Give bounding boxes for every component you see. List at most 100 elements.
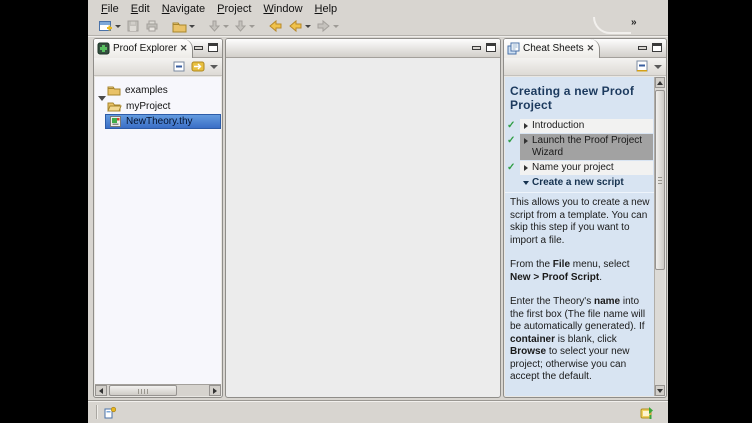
paragraph: This allows you to create a new script f… (510, 197, 650, 247)
maximize-button[interactable] (208, 43, 218, 52)
cheat-step-launch-wizard[interactable]: ✓ Launch the Proof Project Wizard (507, 134, 653, 160)
menubar: File Edit Navigate Project Window Help (88, 0, 668, 17)
theory-file-icon (109, 115, 122, 128)
chevron-down-icon (115, 25, 121, 28)
cheat-step-name-project[interactable]: ✓ Name your project (507, 161, 653, 175)
menu-window[interactable]: Window (257, 2, 308, 16)
proof-explorer-icon (97, 42, 110, 55)
toolbar-separator-highlight (88, 36, 668, 37)
editor-content[interactable] (227, 59, 499, 396)
editor-area (225, 38, 501, 398)
minimize-button[interactable] (472, 46, 481, 50)
expander-icon[interactable] (524, 123, 528, 129)
expander-icon[interactable] (98, 96, 106, 112)
scrollbar-thumb[interactable] (655, 90, 665, 270)
step-label: Name your project (532, 162, 614, 174)
save-icon (126, 19, 140, 33)
cheat-sheet-content: Creating a new Proof Project ✓ Introduct… (505, 77, 654, 396)
tree-horizontal-scrollbar[interactable] (95, 384, 221, 396)
view-menu-button[interactable] (210, 65, 218, 69)
expander-icon[interactable] (524, 165, 528, 171)
check-icon: ✓ (507, 134, 520, 147)
toolbar-last-edit-button[interactable] (267, 18, 284, 35)
paragraph: Enter the Theory's name into the first b… (510, 296, 650, 384)
tab-proof-explorer[interactable]: Proof Explorer ✕ (94, 39, 193, 58)
expander-icon[interactable] (524, 138, 528, 144)
eclipse-window: File Edit Navigate Project Window Help (88, 0, 668, 423)
tree-item-newtheory[interactable]: NewTheory.thy (105, 114, 221, 129)
tab-label: Cheat Sheets (523, 43, 584, 54)
minimize-button[interactable] (194, 46, 203, 50)
scroll-down-button[interactable] (655, 385, 665, 396)
proof-explorer-panel: Proof Explorer ✕ (93, 38, 223, 398)
tree-item-examples[interactable]: examples (95, 82, 221, 98)
tip-icon[interactable] (639, 405, 654, 420)
toolbar-next-annotation-button[interactable] (233, 18, 256, 35)
scrollbar-thumb[interactable] (109, 385, 177, 396)
trim-icon[interactable] (104, 406, 116, 419)
statusbar-sash[interactable] (96, 405, 98, 419)
cheat-sheets-icon (507, 42, 520, 55)
menu-navigate[interactable]: Navigate (156, 2, 211, 16)
cheat-sheets-toolbar (504, 58, 666, 76)
proof-explorer-toolbar (94, 58, 222, 76)
collapse-all-button[interactable] (173, 60, 186, 73)
maximize-button[interactable] (652, 43, 662, 52)
toolbar-new-button[interactable] (97, 18, 122, 35)
minimize-button[interactable] (638, 46, 647, 50)
new-wizard-icon (98, 19, 113, 33)
scroll-right-button[interactable] (209, 385, 221, 396)
cheat-sheet-steps: ✓ Introduction ✓ Launch the Proof Projec… (505, 119, 654, 190)
chevron-down-icon (333, 25, 339, 28)
scroll-up-button[interactable] (655, 77, 665, 88)
toolbar-new-folder-button[interactable] (171, 18, 196, 35)
menu-help[interactable]: Help (309, 2, 344, 16)
cheat-sheet-scrollbar[interactable] (654, 77, 665, 396)
left-arrow-icon (288, 19, 303, 33)
tree-item-label: NewTheory.thy (126, 116, 193, 127)
menu-file[interactable]: File (95, 2, 125, 16)
tree-item-label: myProject (126, 101, 170, 112)
project-tree: examples myProject NewTheory.thy (95, 77, 221, 384)
tab-cheat-sheets[interactable]: Cheat Sheets ✕ (504, 39, 600, 58)
main-toolbar (88, 17, 668, 35)
close-icon[interactable]: ✕ (180, 44, 188, 53)
toolbar-forward-button[interactable] (315, 18, 340, 35)
chevron-down-icon (223, 25, 229, 28)
check-icon (507, 176, 520, 177)
proof-explorer-tabbar: Proof Explorer ✕ (94, 39, 222, 58)
toolbar-back-button[interactable] (287, 18, 312, 35)
chevron-down-icon (249, 25, 255, 28)
close-icon[interactable]: ✕ (587, 44, 595, 53)
cheat-sheets-tabbar: Cheat Sheets ✕ (504, 39, 666, 58)
toolbar-prev-annotation-button[interactable] (207, 18, 230, 35)
cheat-sheet-title: Creating a new Proof Project (505, 77, 654, 119)
menu-edit[interactable]: Edit (125, 2, 156, 16)
cheat-sheets-panel: Cheat Sheets ✕ Creating a new Proof Proj… (503, 38, 667, 398)
down-arrow-icon (208, 19, 221, 33)
collapse-all-button[interactable] (636, 60, 649, 73)
link-editor-button[interactable] (191, 60, 205, 73)
folder-open-icon (107, 100, 122, 112)
chevron-down-icon (305, 25, 311, 28)
status-bar (88, 400, 668, 423)
folder-closed-icon (107, 84, 121, 96)
check-icon: ✓ (507, 119, 520, 132)
toolbar-print-button[interactable] (144, 18, 160, 35)
cheat-step-create-script[interactable]: Create a new script (507, 176, 653, 190)
scroll-left-button[interactable] (95, 385, 107, 396)
step-label: Create a new script (532, 177, 624, 189)
maximize-button[interactable] (486, 43, 496, 52)
expander-icon[interactable] (523, 181, 529, 185)
tree-item-label: examples (125, 85, 168, 96)
cheat-sheet-instructions: This allows you to create a new script f… (505, 192, 654, 396)
tree-item-myproject[interactable]: myProject (95, 98, 221, 114)
cheat-step-introduction[interactable]: ✓ Introduction (507, 119, 653, 133)
menu-project[interactable]: Project (211, 2, 257, 16)
view-menu-button[interactable] (654, 65, 662, 69)
step-label: Introduction (532, 120, 584, 132)
print-icon (145, 19, 159, 33)
perspective-overflow-chevron[interactable]: » (631, 17, 637, 28)
toolbar-save-button[interactable] (125, 18, 141, 35)
down-arrow-icon (234, 19, 247, 33)
